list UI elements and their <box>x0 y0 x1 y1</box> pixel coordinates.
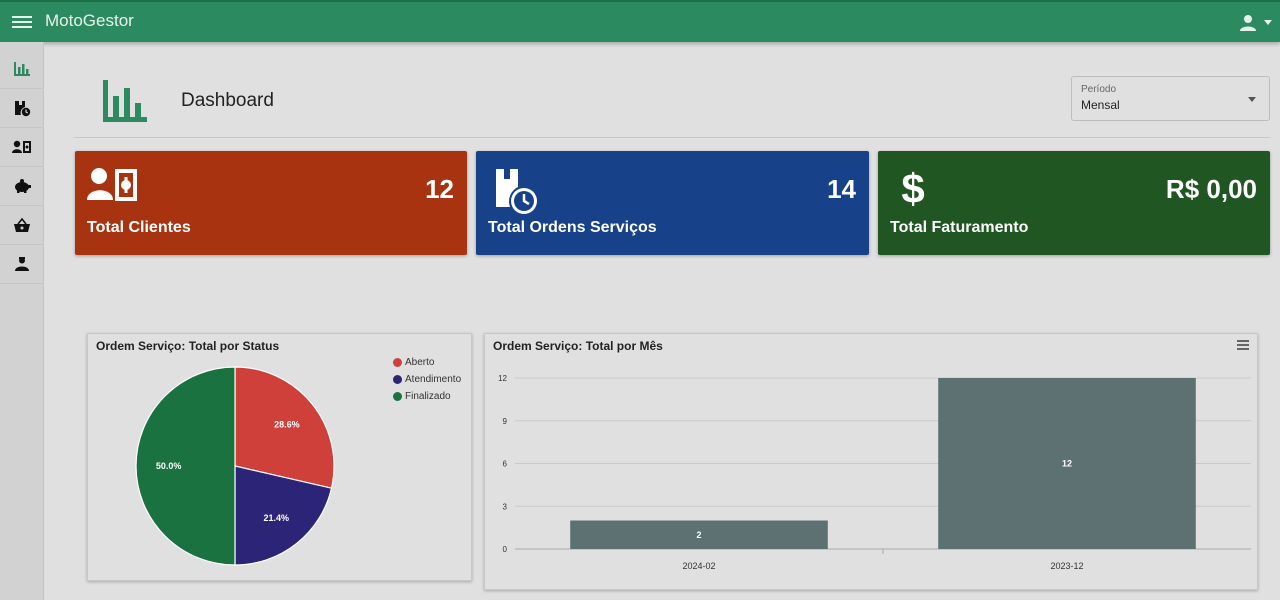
sidebar-item-service-orders[interactable] <box>0 89 44 128</box>
y-tick-label: 3 <box>503 502 508 511</box>
service-order-clock-icon <box>496 169 537 214</box>
dollar-icon: $ <box>901 165 924 209</box>
card-value: R$ 0,00 <box>1165 174 1257 204</box>
account-menu-button[interactable] <box>1230 12 1272 34</box>
client-card-icon <box>87 168 137 201</box>
bar-chart-panel: Ordem Serviço: Total por Mês 0 3 6 9 12 2 2024… <box>484 333 1258 590</box>
bar-data-label: 12 <box>1062 459 1072 469</box>
card-total-revenue: $ R$ 0,00 Total Faturamento <box>878 151 1270 255</box>
shopping-basket-icon <box>14 217 30 232</box>
menu-icon[interactable] <box>12 14 32 32</box>
card-value: 12 <box>425 174 454 204</box>
y-tick-label: 12 <box>498 374 507 383</box>
y-tick-label: 9 <box>503 417 508 426</box>
period-value: Mensal <box>1081 98 1120 112</box>
chevron-down-icon <box>1248 97 1256 102</box>
card-total-service-orders: 14 Total Ordens Serviços <box>476 151 869 255</box>
pie-slice-label: 50.0% <box>156 461 182 471</box>
x-tick-label: 2023-12 <box>1050 561 1083 571</box>
pie-slice-finalizado[interactable] <box>135 366 236 566</box>
service-order-icon <box>15 101 31 117</box>
y-tick-label: 6 <box>503 460 508 469</box>
bar-data-label: 2 <box>696 530 701 540</box>
pie-slice-label: 21.4% <box>264 513 290 523</box>
period-label: Período <box>1081 84 1117 95</box>
chevron-down-icon <box>1264 20 1272 25</box>
card-total-clients: 12 Total Clientes <box>75 151 467 255</box>
page-title: Dashboard <box>181 90 274 111</box>
card-label: Total Ordens Serviços <box>488 219 657 236</box>
piggy-bank-icon <box>15 179 31 193</box>
bar-chart-icon <box>14 62 30 76</box>
card-value: 14 <box>827 174 856 204</box>
y-tick-label: 0 <box>503 545 508 554</box>
card-label: Total Clientes <box>87 219 191 236</box>
pie-chart-panel: Ordem Serviço: Total por Status Aberto A… <box>87 333 472 581</box>
pie-slice-label: 28.6% <box>274 420 300 430</box>
svg-text:$: $ <box>901 165 924 209</box>
bar-chart: 0 3 6 9 12 2 2024-02 12 2023-12 <box>498 374 1251 571</box>
pie-chart: 28.6% 21.4% 50.0% <box>135 366 335 566</box>
sidebar-item-users[interactable] <box>0 245 44 284</box>
sidebar-item-clients[interactable] <box>0 128 44 167</box>
sidebar-item-finance[interactable] <box>0 167 44 206</box>
sidebar <box>0 42 44 600</box>
sidebar-item-products[interactable] <box>0 206 44 245</box>
x-tick-label: 2024-02 <box>682 561 715 571</box>
user-icon <box>15 257 29 271</box>
sidebar-item-dashboard[interactable] <box>0 50 44 89</box>
bar-chart-icon <box>103 80 147 122</box>
client-card-icon <box>12 140 31 153</box>
app-title: MotoGestor <box>45 11 134 30</box>
account-icon <box>1240 15 1256 31</box>
period-select[interactable]: Período Mensal <box>1071 76 1270 121</box>
card-label: Total Faturamento <box>890 219 1029 236</box>
top-app-bar: MotoGestor <box>0 0 1280 42</box>
